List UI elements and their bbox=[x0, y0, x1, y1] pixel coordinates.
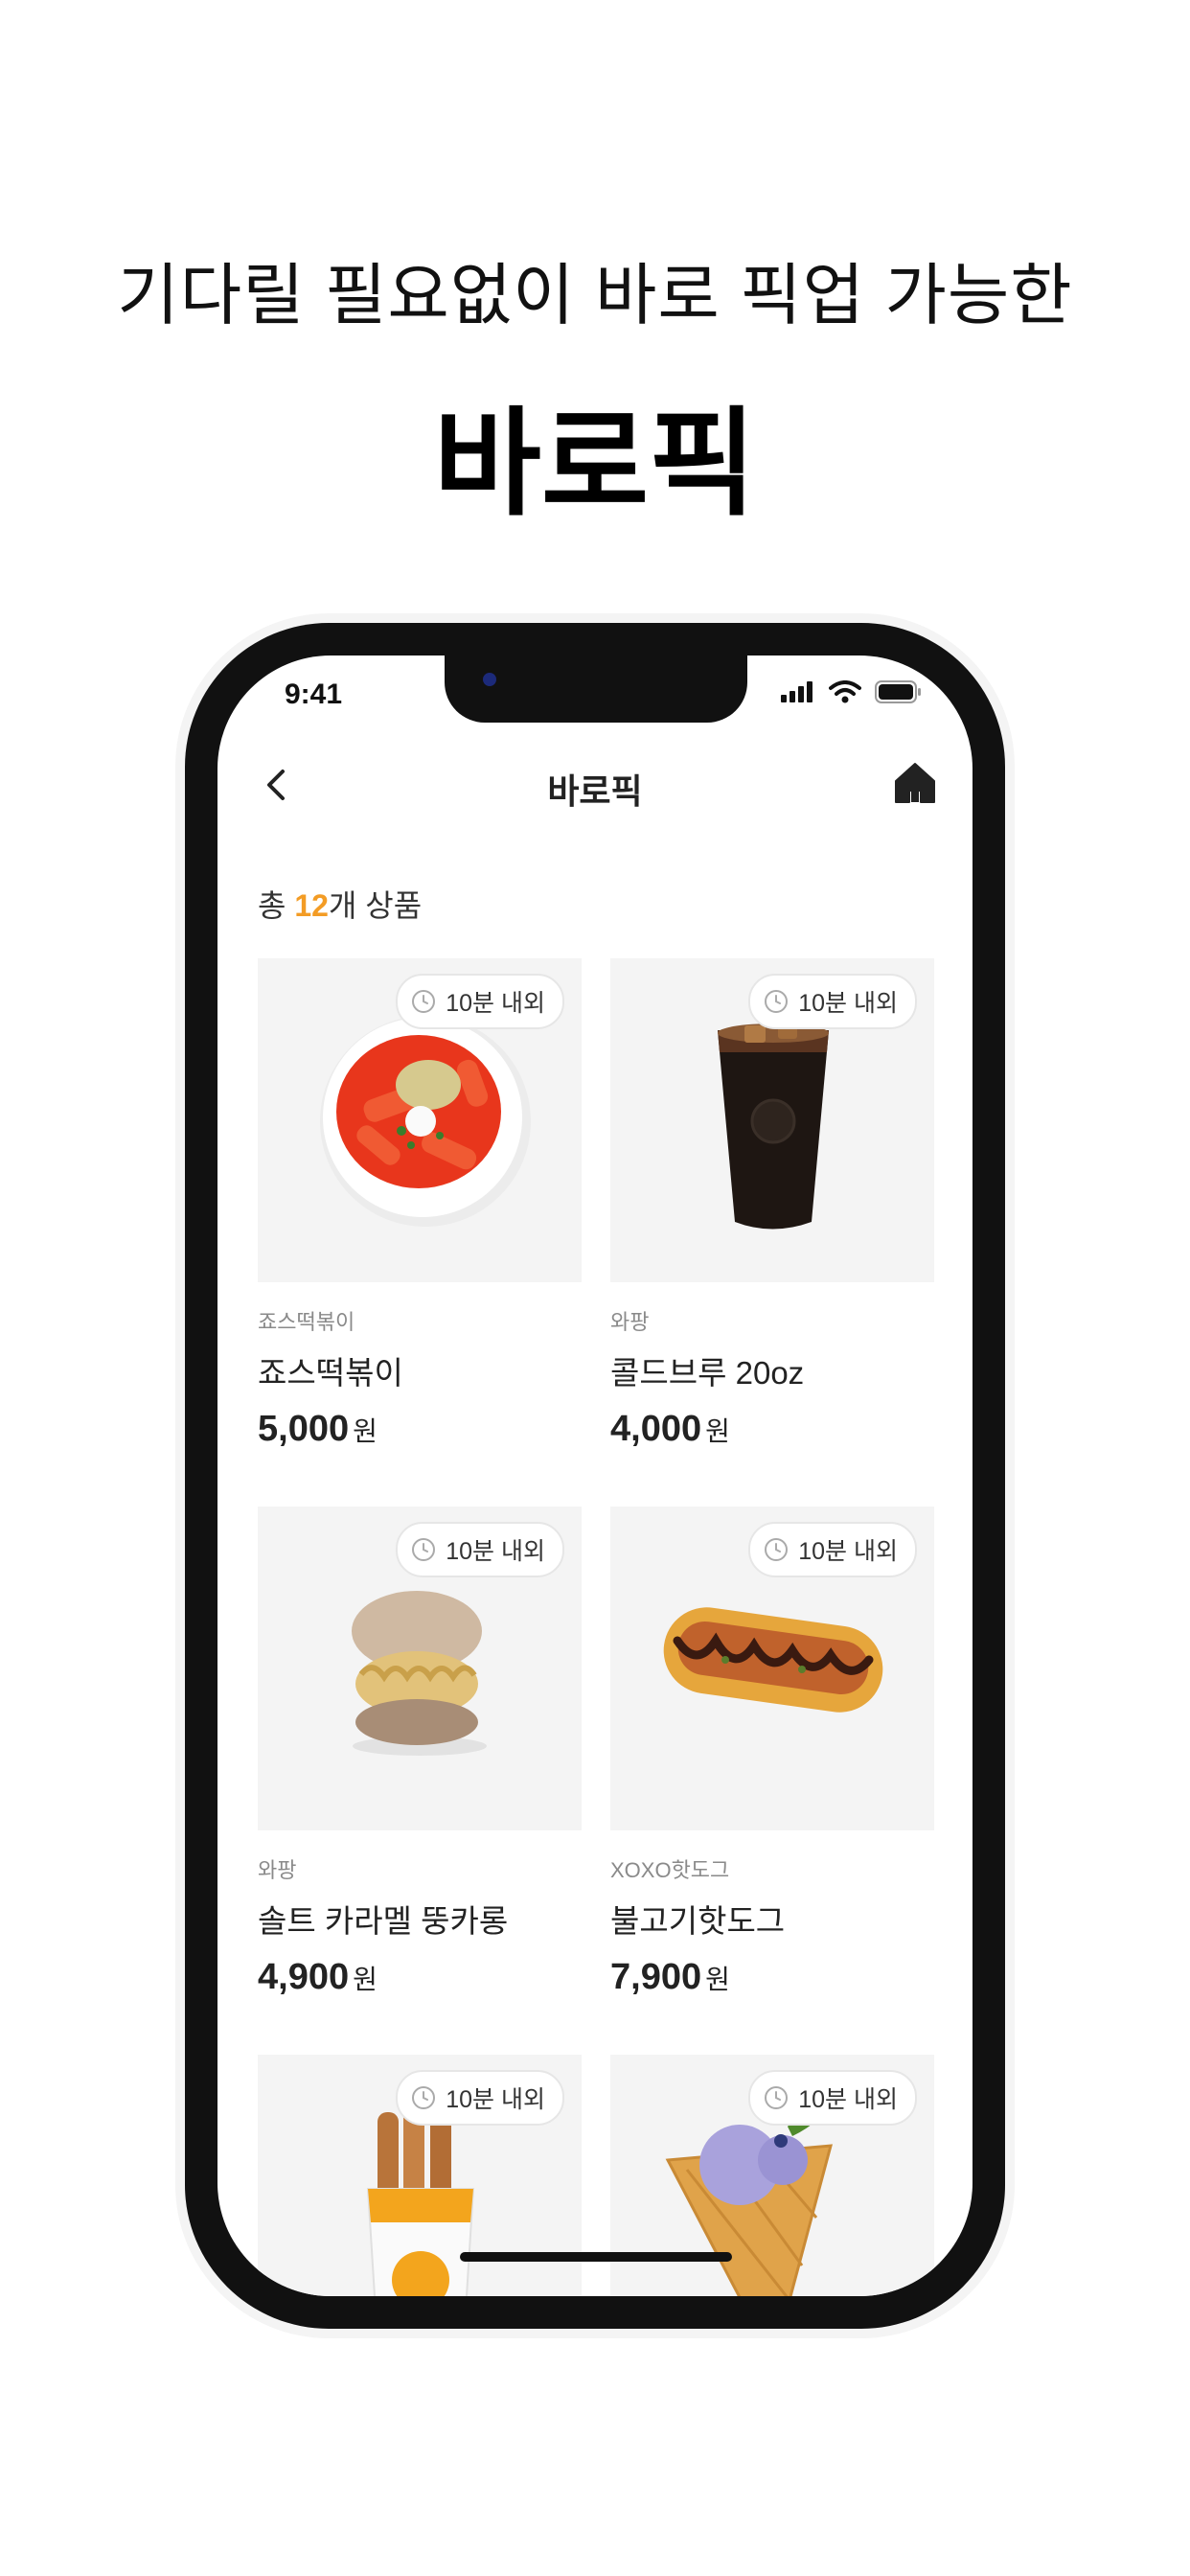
nav-title: 바로픽 bbox=[547, 771, 643, 811]
home-icon[interactable] bbox=[892, 760, 938, 806]
store-name: XOXO핫도그 bbox=[610, 1858, 730, 1882]
product-grid: 10분 내외 죠스떡볶이 죠스떡볶이 5,000 원 10분 내외 와팡 콜드브… bbox=[258, 958, 934, 2296]
promo-title: 바로픽 bbox=[433, 399, 757, 529]
product-card[interactable]: 10분 내외 와팡 솔트 카라멜 뚱카롱 4,900 원 bbox=[258, 1506, 582, 2055]
status-icons bbox=[781, 680, 923, 703]
promo-subtitle: 기다릴 필요없이 바로 픽업 가능한 bbox=[117, 258, 1073, 333]
product-price: 4,900 원 bbox=[258, 1957, 378, 1997]
product-name: 죠스떡볶이 bbox=[258, 1355, 403, 1391]
pickup-time-text: 10분 내외 bbox=[798, 2086, 898, 2113]
count-number: 12 bbox=[294, 888, 329, 923]
wifi-icon bbox=[829, 680, 861, 703]
store-name: 와팡 bbox=[610, 1310, 650, 1334]
battery-icon bbox=[875, 680, 921, 703]
count-suffix: 개 상품 bbox=[328, 888, 423, 923]
clock-icon bbox=[412, 1538, 436, 1561]
home-indicator[interactable] bbox=[460, 2252, 732, 2262]
phone-screen: 9:41 바로픽 총 12개 상품 10분 내외 죠스떡볶이 죠스떡볶이 5,0… bbox=[217, 656, 973, 2296]
nav-bar: 바로픽 bbox=[217, 747, 973, 823]
product-image: 10분 내외 bbox=[258, 958, 582, 1282]
pickup-time-badge: 10분 내외 bbox=[748, 2070, 917, 2126]
pickup-time-text: 10분 내외 bbox=[798, 1538, 898, 1565]
pickup-time-badge: 10분 내외 bbox=[748, 1522, 917, 1577]
product-image: 10분 내외 bbox=[258, 1506, 582, 1830]
pickup-time-badge: 10분 내외 bbox=[396, 1522, 564, 1577]
product-count: 총 12개 상품 bbox=[258, 882, 422, 926]
product-price: 5,000 원 bbox=[258, 1409, 378, 1449]
product-price: 7,900 원 bbox=[610, 1957, 730, 1997]
pickup-time-text: 10분 내외 bbox=[446, 990, 545, 1017]
product-card[interactable]: 10분 내외 와팡 콜드브루 20oz 4,000 원 bbox=[610, 958, 934, 1506]
notch bbox=[445, 656, 747, 723]
front-camera bbox=[483, 673, 496, 686]
product-name: 불고기핫도그 bbox=[610, 1903, 786, 1939]
clock-icon bbox=[412, 2086, 436, 2109]
phone-frame: 9:41 바로픽 총 12개 상품 10분 내외 죠스떡볶이 죠스떡볶이 5,0… bbox=[185, 623, 1005, 2329]
product-name: 콜드브루 20oz bbox=[610, 1355, 805, 1391]
clock-icon bbox=[765, 990, 789, 1013]
store-name: 와팡 bbox=[258, 1858, 297, 1882]
status-time: 9:41 bbox=[285, 678, 343, 710]
product-image: 10분 내외 bbox=[610, 1506, 934, 1830]
product-price: 4,000 원 bbox=[610, 1409, 730, 1449]
count-prefix: 총 bbox=[258, 888, 295, 923]
pickup-time-badge: 10분 내외 bbox=[396, 2070, 564, 2126]
pickup-time-badge: 10분 내외 bbox=[396, 974, 564, 1029]
store-name: 죠스떡볶이 bbox=[258, 1310, 355, 1334]
pickup-time-text: 10분 내외 bbox=[446, 1538, 545, 1565]
pickup-time-badge: 10분 내외 bbox=[748, 974, 917, 1029]
pickup-time-text: 10분 내외 bbox=[446, 2086, 545, 2113]
product-image: 10분 내외 bbox=[610, 958, 934, 1282]
product-card[interactable]: 10분 내외 XOXO핫도그 불고기핫도그 7,900 원 bbox=[610, 1506, 934, 2055]
product-name: 솔트 카라멜 뚱카롱 bbox=[258, 1903, 509, 1939]
clock-icon bbox=[765, 2086, 789, 2109]
clock-icon bbox=[412, 990, 436, 1013]
product-card[interactable]: 10분 내외 죠스떡볶이 죠스떡볶이 5,000 원 bbox=[258, 958, 582, 1506]
clock-icon bbox=[765, 1538, 789, 1561]
signal-icon bbox=[781, 681, 812, 702]
pickup-time-text: 10분 내외 bbox=[798, 990, 898, 1017]
